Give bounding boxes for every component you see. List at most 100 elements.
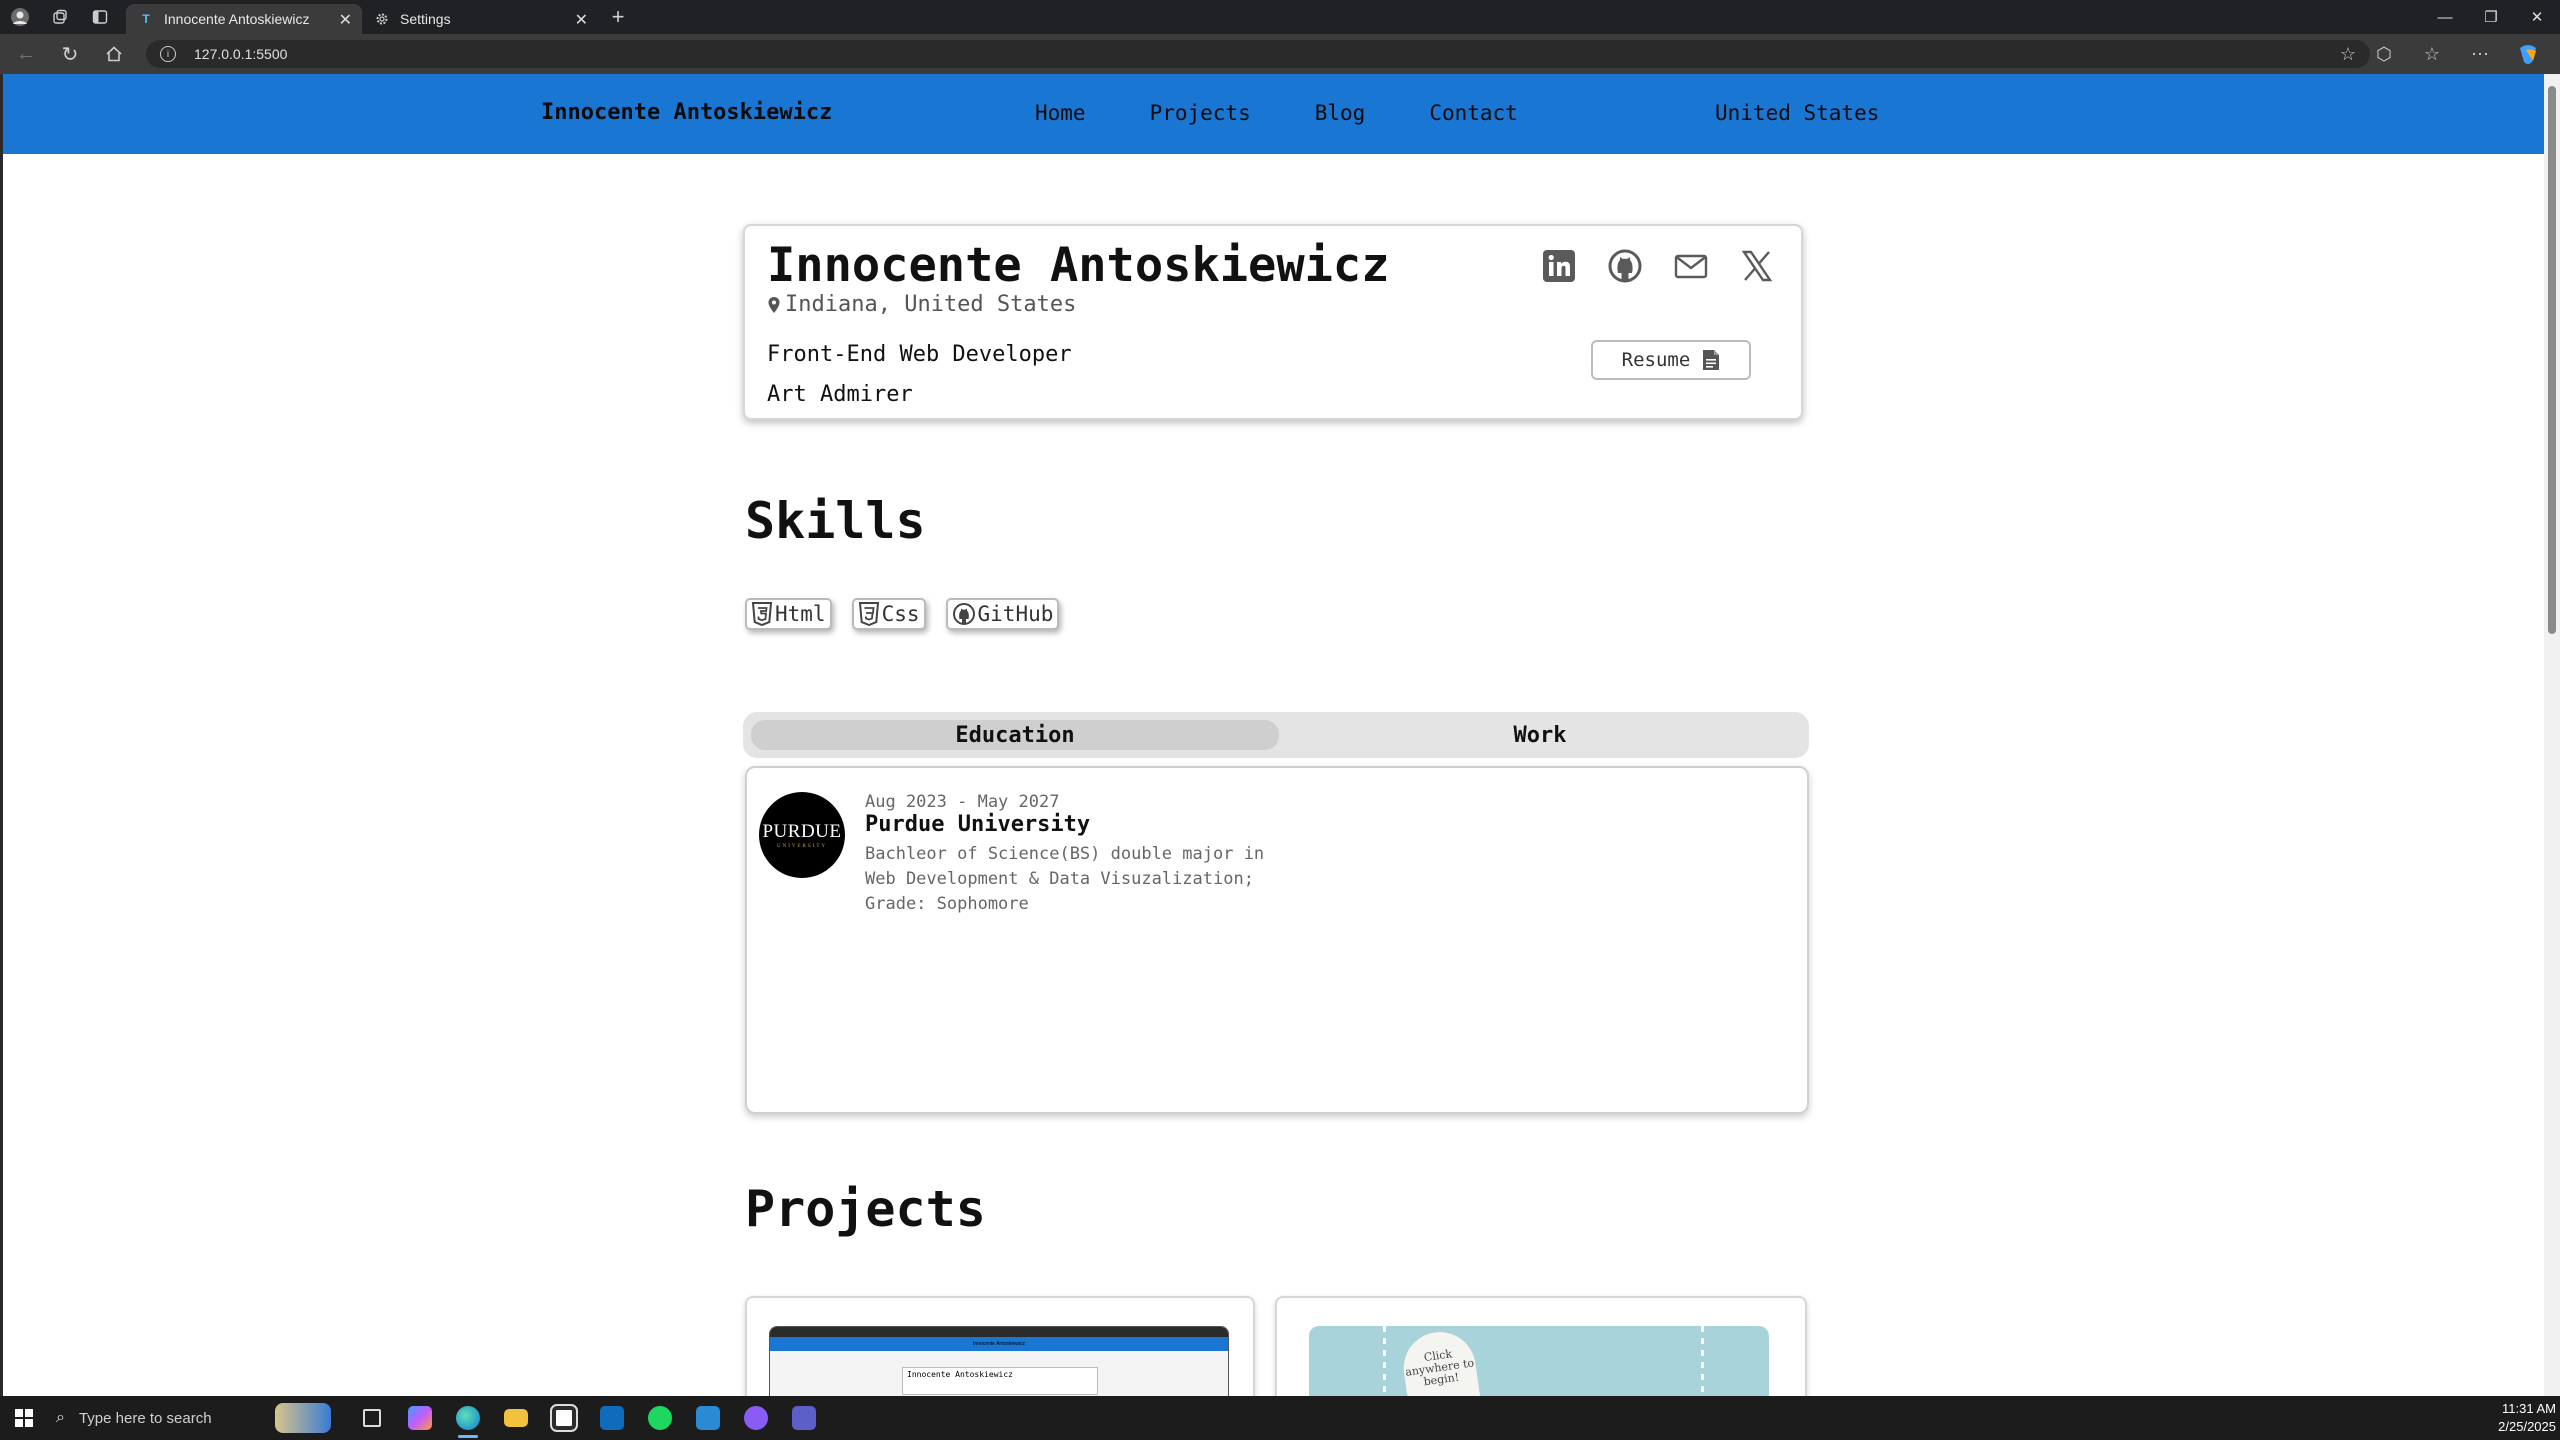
education-description: Bachleor of Science(BS) double major in …: [865, 844, 1265, 914]
teams-icon[interactable]: [780, 1396, 828, 1440]
favorite-star-icon[interactable]: ☆: [2340, 44, 2356, 65]
thumb-profile-card: Innocente Antoskiewicz: [902, 1367, 1098, 1395]
projects-heading: Projects: [745, 1180, 986, 1238]
close-window-icon[interactable]: ✕: [2514, 0, 2560, 34]
windows-logo-icon: [15, 1409, 33, 1427]
tab-title: Settings: [400, 11, 451, 27]
scrollbar-thumb[interactable]: [2548, 86, 2556, 634]
skills-heading: Skills: [745, 492, 926, 550]
country-label: United States: [1715, 101, 1880, 125]
window-controls: — ❐ ✕: [2422, 0, 2560, 34]
location-pin-icon: [768, 296, 780, 313]
vscode-icon[interactable]: [684, 1396, 732, 1440]
clock-time: 11:31 AM: [2502, 1401, 2556, 1416]
home-icon[interactable]: [92, 34, 136, 74]
tab-title: Innocente Antoskiewicz: [164, 11, 310, 27]
spotify-icon[interactable]: [636, 1396, 684, 1440]
tab-favicon: T: [142, 12, 150, 26]
task-view-icon[interactable]: [348, 1396, 396, 1440]
thumb-speech-bubble: Click anywhere to begin!: [1399, 1327, 1483, 1396]
css3-icon: [858, 602, 879, 626]
experience-tabs: Education Work: [743, 712, 1809, 758]
skill-badge-css: Css: [851, 598, 926, 630]
close-tab-icon[interactable]: ✕: [575, 10, 588, 30]
page-scrollbar[interactable]: [2544, 74, 2560, 1396]
school-name: Purdue University: [865, 812, 1091, 837]
html5-icon: [751, 602, 773, 626]
copilot-icon[interactable]: [2504, 34, 2552, 74]
location-text: Indiana, United States: [785, 292, 1077, 317]
vertical-tabs-icon[interactable]: [80, 0, 120, 34]
taskbar-widget-icon[interactable]: [258, 1396, 348, 1440]
github-icon[interactable]: [1607, 248, 1643, 284]
outlook-icon[interactable]: [588, 1396, 636, 1440]
education-card: PURDUE UNIVERSITY Aug 2023 - May 2027 Pu…: [745, 766, 1809, 1114]
taskbar-search[interactable]: ⌕ Type here to search: [48, 1396, 258, 1440]
search-icon: ⌕: [56, 1409, 65, 1426]
taskbar-clock[interactable]: 11:31 AM 2/25/2025: [2498, 1400, 2556, 1436]
social-links: [1541, 248, 1775, 284]
refresh-icon[interactable]: ↻: [48, 34, 92, 74]
tab-work[interactable]: Work: [1279, 720, 1801, 750]
site-nav-links: Home Projects Blog Contact: [1035, 101, 1518, 125]
file-explorer-icon[interactable]: [492, 1396, 540, 1440]
workspaces-icon[interactable]: [40, 0, 80, 34]
profile-role: Art Admirer: [767, 382, 913, 407]
education-dates: Aug 2023 - May 2027: [865, 792, 1060, 812]
project-card[interactable]: Innocente Antoskiewicz Innocente Antoski…: [745, 1296, 1255, 1396]
thumb-brand: Innocente Antoskiewicz: [973, 1341, 1025, 1347]
back-icon[interactable]: ←: [4, 34, 48, 74]
site-info-icon[interactable]: i: [160, 46, 176, 62]
nav-link-blog[interactable]: Blog: [1315, 101, 1366, 125]
logo-wordmark: PURDUE: [762, 821, 842, 842]
profile-role: Front-End Web Developer: [767, 342, 1072, 367]
clock-date: 2/25/2025: [2498, 1419, 2556, 1434]
minimize-icon[interactable]: —: [2422, 0, 2468, 34]
store-icon[interactable]: [540, 1396, 588, 1440]
new-tab-button[interactable]: +: [598, 0, 638, 34]
windows-taskbar: ⌕ Type here to search 11:31 AM 2/25/2025: [0, 1396, 2560, 1440]
tab-education[interactable]: Education: [751, 720, 1279, 750]
resume-label: Resume: [1621, 349, 1691, 371]
x-icon[interactable]: [1739, 248, 1775, 284]
skill-badge-html: Html: [745, 598, 832, 630]
profile-location: Indiana, United States: [767, 292, 1076, 317]
resume-button[interactable]: Resume: [1591, 340, 1751, 380]
skill-label: Html: [775, 602, 826, 626]
site-brand[interactable]: Innocente Antoskiewicz: [541, 100, 832, 125]
nav-link-contact[interactable]: Contact: [1429, 101, 1518, 125]
favorites-icon[interactable]: ☆: [2408, 34, 2456, 74]
browser-actions: ⬡ ☆ ⋯: [2360, 34, 2552, 74]
extensions-icon[interactable]: ⬡: [2360, 34, 2408, 74]
skill-badge-github: GitHub: [945, 598, 1060, 630]
github-desktop-icon[interactable]: [732, 1396, 780, 1440]
document-icon: [1703, 350, 1720, 370]
linkedin-icon[interactable]: [1541, 248, 1577, 284]
profile-avatar-icon[interactable]: [0, 0, 40, 34]
profile-card: Innocente Antoskiewicz Indiana, United S…: [743, 224, 1803, 420]
close-tab-icon[interactable]: ✕: [339, 10, 352, 30]
edge-app-icon[interactable]: [444, 1396, 492, 1440]
url-text: 127.0.0.1:5500: [194, 46, 288, 62]
browser-tab-bar: T Innocente Antoskiewicz ✕ Settings ✕ + …: [0, 0, 2560, 34]
start-button[interactable]: [0, 1396, 48, 1440]
url-field[interactable]: i 127.0.0.1:5500 ☆: [146, 40, 2370, 68]
gear-icon: [374, 11, 390, 27]
restore-icon[interactable]: ❐: [2468, 0, 2514, 34]
copilot-app-icon[interactable]: [396, 1396, 444, 1440]
nav-link-home[interactable]: Home: [1035, 101, 1086, 125]
more-menu-icon[interactable]: ⋯: [2456, 34, 2504, 74]
nav-link-projects[interactable]: Projects: [1150, 101, 1251, 125]
mail-icon[interactable]: [1673, 248, 1709, 284]
skills-list: Html Css GitHub: [745, 598, 1060, 630]
project-card[interactable]: Click anywhere to begin!: [1275, 1296, 1807, 1396]
project-thumbnail: Innocente Antoskiewicz Innocente Antoski…: [769, 1326, 1229, 1396]
profile-name: Innocente Antoskiewicz: [767, 238, 1390, 293]
github-icon: [952, 603, 975, 625]
site-navbar: Innocente Antoskiewicz Home Projects Blo…: [3, 74, 2544, 154]
project-thumbnail: Click anywhere to begin!: [1309, 1326, 1769, 1396]
page-viewport: Innocente Antoskiewicz Home Projects Blo…: [0, 74, 2544, 1396]
tab-portfolio[interactable]: T Innocente Antoskiewicz ✕: [126, 4, 362, 34]
search-placeholder: Type here to search: [78, 1409, 212, 1427]
tab-settings[interactable]: Settings ✕: [362, 4, 598, 34]
